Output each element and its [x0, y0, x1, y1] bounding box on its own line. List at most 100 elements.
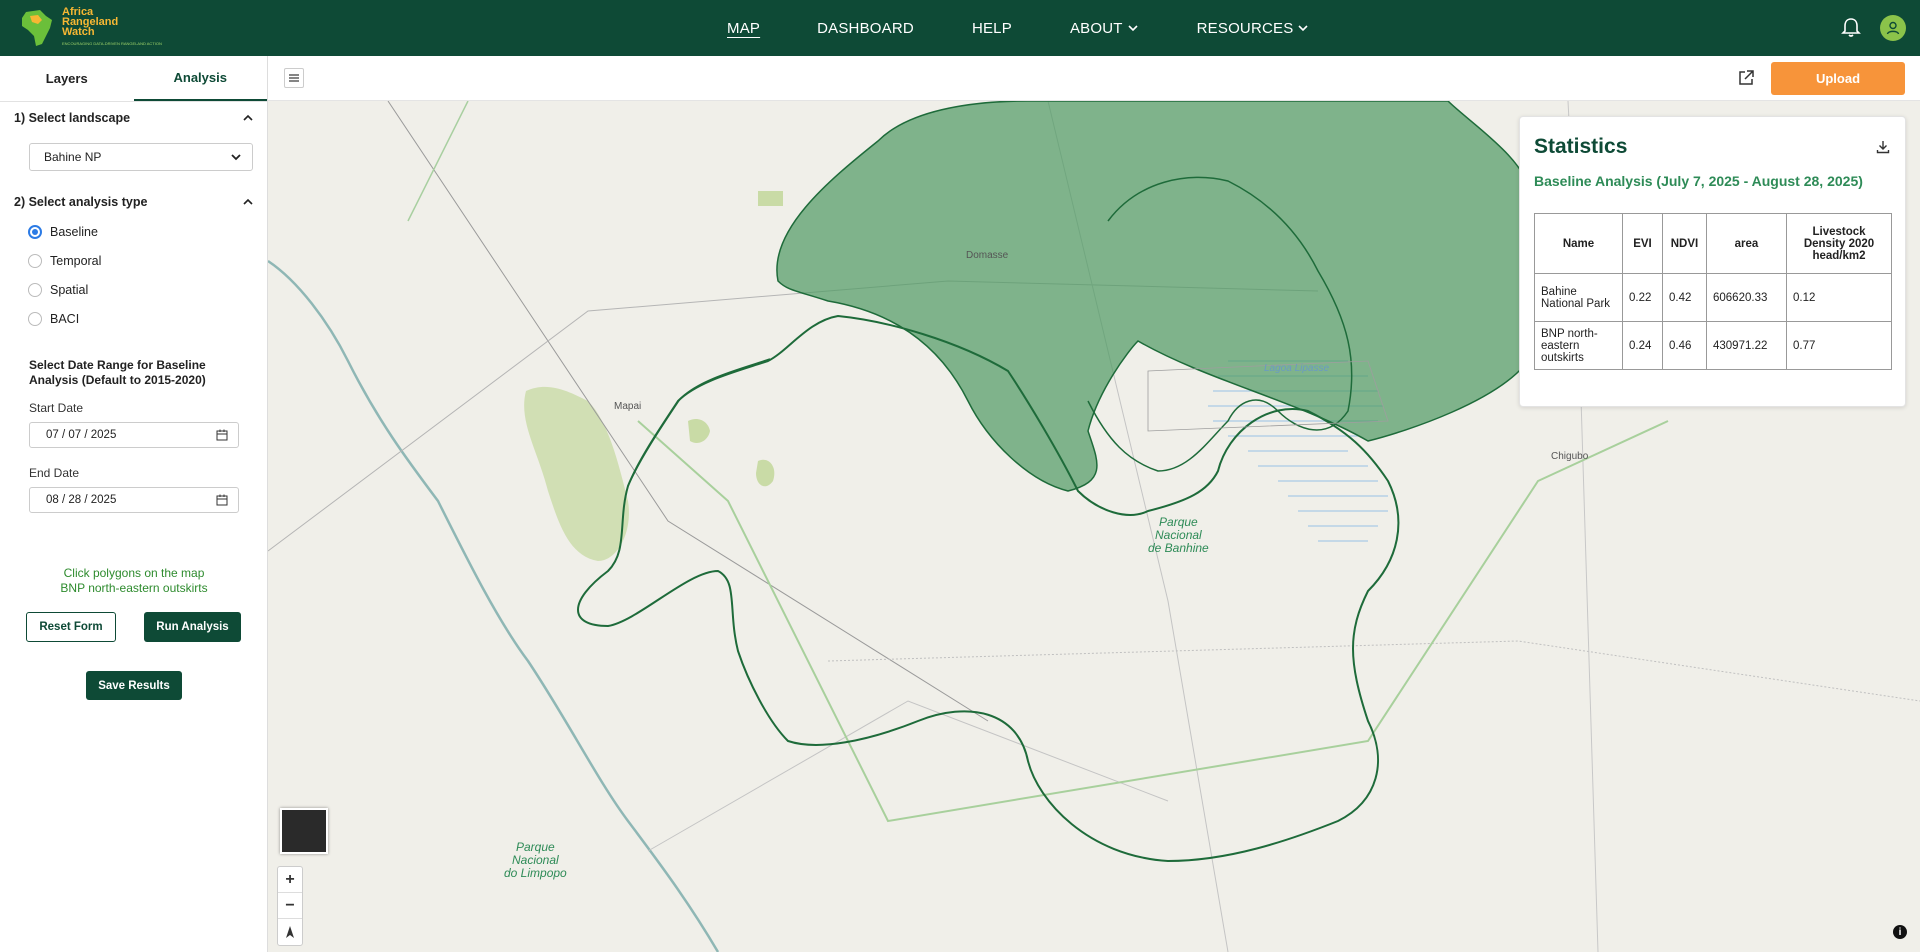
radio-baci[interactable]: BACI — [28, 312, 79, 326]
radio-button[interactable] — [28, 283, 42, 297]
save-results-button[interactable]: Save Results — [86, 671, 182, 700]
radio-label: Temporal — [50, 254, 102, 268]
radio-baseline[interactable]: Baseline — [28, 225, 98, 239]
admin-boundary — [827, 640, 1920, 702]
statistics-title: Statistics — [1534, 135, 1628, 158]
radio-spatial[interactable]: Spatial — [28, 283, 88, 297]
chevron-down-icon — [1128, 25, 1138, 32]
zoom-out-button[interactable]: − — [278, 893, 302, 919]
zoom-controls: + − — [277, 866, 303, 946]
column-header-area: area — [1706, 213, 1787, 274]
radio-temporal[interactable]: Temporal — [28, 254, 101, 268]
landscape-select-value: Bahine NP — [44, 150, 102, 164]
section-select-analysis-type[interactable]: 2) Select analysis type — [14, 195, 254, 209]
table-header-row: Name EVI NDVI area Livestock Density 202… — [1534, 213, 1892, 274]
section-1-title: 1) Select landscape — [14, 111, 131, 125]
map-click-hint: Click polygons on the map BNP north-east… — [14, 566, 254, 596]
compass-reset-button[interactable] — [278, 919, 302, 945]
calendar-icon[interactable] — [216, 494, 228, 506]
park-boundary — [637, 420, 1669, 823]
vegetation-area — [758, 191, 783, 206]
place-label-domasse: Domasse — [966, 250, 1009, 261]
start-date-input[interactable]: 07 / 07 / 2025 — [29, 422, 239, 448]
statistics-panel: Statistics Baseline Analysis (July 7, 20… — [1519, 116, 1906, 407]
cell-evi: 0.22 — [1622, 273, 1663, 322]
cell-livestock-density: 0.77 — [1786, 321, 1892, 370]
map-toolbar: Upload — [268, 56, 1920, 101]
place-label-mapai: Mapai — [614, 401, 642, 412]
nav-dashboard[interactable]: DASHBOARD — [817, 20, 914, 37]
selected-polygon-name: BNP north-eastern outskirts — [60, 581, 208, 595]
user-icon — [1886, 21, 1900, 35]
section-select-landscape[interactable]: 1) Select landscape — [14, 111, 254, 125]
vegetation-area — [688, 419, 710, 443]
table-row[interactable]: Bahine National Park 0.22 0.42 606620.33… — [1534, 273, 1892, 322]
basemap-switcher-thumbnail[interactable] — [280, 808, 328, 854]
cell-name: BNP north-eastern outskirts — [1534, 321, 1623, 370]
end-date-label: End Date — [29, 466, 80, 480]
nav-resources[interactable]: RESOURCES — [1197, 20, 1310, 37]
place-label-lagoa-lipasse: Lagoa Lipasse — [1264, 363, 1330, 374]
reset-form-button[interactable]: Reset Form — [26, 612, 116, 642]
chevron-up-icon[interactable] — [242, 112, 254, 124]
chevron-down-icon — [231, 154, 241, 161]
toggle-sidebar-button[interactable] — [284, 68, 304, 88]
start-date-value: 07 / 07 / 2025 — [46, 429, 117, 441]
vegetation-area — [524, 386, 629, 561]
polygon-bahine-national-park — [776, 101, 1531, 492]
landscape-select[interactable]: Bahine NP — [29, 143, 253, 171]
cell-area: 606620.33 — [1706, 273, 1787, 322]
tab-layers[interactable]: Layers — [0, 56, 134, 101]
main-nav: MAP DASHBOARD HELP ABOUT RESOURCES — [710, 0, 1309, 56]
place-label-chigubo: Chigubo — [1551, 451, 1589, 462]
menu-icon — [289, 74, 299, 82]
zoom-in-button[interactable]: + — [278, 867, 302, 893]
bell-icon[interactable] — [1840, 16, 1862, 38]
brand-tagline: ENCOURAGING DATA-DRIVEN RANGELAND ACTION — [62, 41, 162, 46]
hint-line-1: Click polygons on the map — [63, 566, 205, 580]
cell-livestock-density: 0.12 — [1786, 273, 1892, 322]
vegetation-area — [756, 459, 775, 487]
chevron-down-icon — [1298, 25, 1309, 32]
external-link-icon[interactable] — [1737, 69, 1755, 87]
nav-help[interactable]: HELP — [972, 20, 1012, 37]
brand-logo[interactable]: Africa Rangeland Watch ENCOURAGING DATA-… — [16, 6, 176, 50]
road — [647, 700, 1169, 852]
download-icon[interactable] — [1875, 139, 1891, 155]
river-limpopo — [268, 259, 720, 952]
place-label-parque-banhine: Parque Nacional de Banhine — [1148, 516, 1209, 555]
column-header-ndvi: NDVI — [1662, 213, 1707, 274]
africa-map-icon — [22, 10, 52, 46]
cell-area: 430971.22 — [1706, 321, 1787, 370]
radio-label: Spatial — [50, 283, 89, 297]
radio-label: Baseline — [50, 225, 98, 239]
run-analysis-button[interactable]: Run Analysis — [144, 612, 241, 642]
end-date-input[interactable]: 08 / 28 / 2025 — [29, 487, 239, 513]
column-header-livestock-density: Livestock Density 2020 head/km2 — [1786, 213, 1892, 274]
sidebar-tabs: Layers Analysis — [0, 56, 267, 102]
attribution-info-icon[interactable]: i — [1893, 925, 1907, 939]
analysis-sidebar: Layers Analysis 1) Select landscape Bahi… — [0, 56, 268, 952]
top-navigation-bar: Africa Rangeland Watch ENCOURAGING DATA-… — [0, 0, 1920, 56]
nav-about-label: ABOUT — [1069, 19, 1123, 37]
cell-ndvi: 0.42 — [1662, 273, 1707, 322]
tab-analysis[interactable]: Analysis — [133, 56, 267, 101]
column-header-name: Name — [1534, 213, 1623, 274]
table-row[interactable]: BNP north-eastern outskirts 0.24 0.46 43… — [1534, 321, 1892, 370]
park-boundary — [407, 101, 469, 222]
radio-button[interactable] — [28, 254, 42, 268]
column-header-evi: EVI — [1622, 213, 1663, 274]
calendar-icon[interactable] — [216, 429, 228, 441]
cell-evi: 0.24 — [1622, 321, 1663, 370]
chevron-up-icon[interactable] — [242, 196, 254, 208]
park-label-line: de Banhine — [1148, 541, 1209, 555]
radio-button[interactable] — [28, 312, 42, 326]
nav-about[interactable]: ABOUT — [1070, 20, 1139, 37]
statistics-table: Name EVI NDVI area Livestock Density 202… — [1534, 213, 1892, 370]
radio-button[interactable] — [28, 225, 42, 239]
end-date-value: 08 / 28 / 2025 — [46, 494, 117, 506]
nav-map[interactable]: MAP — [727, 20, 760, 37]
upload-button[interactable]: Upload — [1771, 62, 1905, 95]
statistics-subtitle: Baseline Analysis (July 7, 2025 - August… — [1534, 173, 1863, 189]
user-avatar[interactable] — [1880, 15, 1906, 41]
